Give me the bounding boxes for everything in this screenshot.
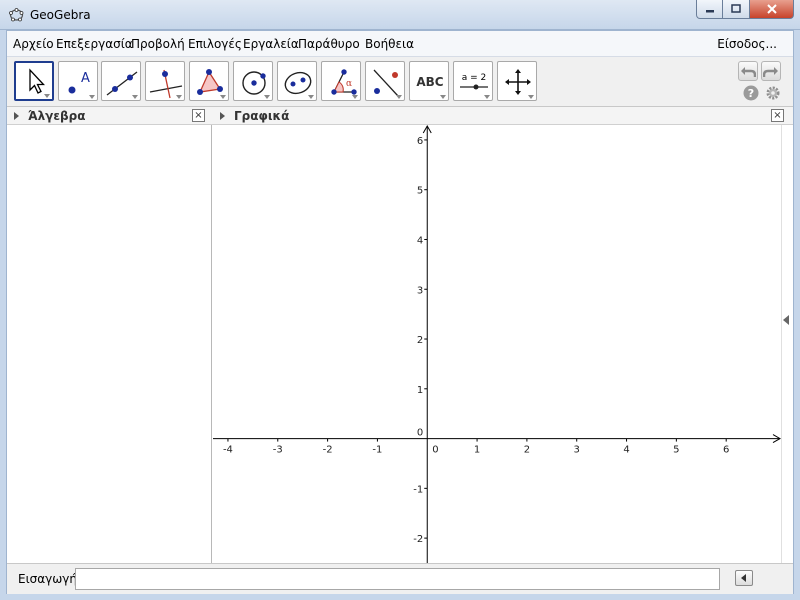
circle-tool[interactable]	[233, 61, 273, 101]
graphics-view-header: Γραφικά ×	[213, 107, 793, 125]
menu-edit[interactable]: Επεξεργασία	[56, 37, 133, 51]
undo-icon	[741, 67, 756, 77]
algebra-view-close-button[interactable]: ×	[192, 109, 205, 122]
redo-icon	[763, 67, 778, 77]
x-tick-label: 2	[524, 445, 530, 456]
x-tick-label: 5	[673, 445, 679, 456]
svg-text:?: ?	[748, 87, 754, 100]
menu-file[interactable]: Αρχείο	[13, 37, 54, 51]
dropdown-arrow-icon	[44, 94, 50, 98]
point-tool[interactable]: A	[58, 61, 98, 101]
menu-tools[interactable]: Εργαλεία	[243, 37, 299, 51]
minimize-icon	[705, 10, 714, 13]
svg-text:A: A	[81, 71, 90, 86]
svg-text:α: α	[346, 79, 352, 89]
x-tick-label: 1	[474, 445, 480, 456]
title-bar: GeoGebra	[0, 0, 800, 30]
dropdown-arrow-icon	[132, 95, 138, 99]
input-bar: Εισαγωγή:	[7, 563, 793, 594]
maximize-icon	[731, 4, 741, 13]
angle-tool[interactable]: α	[321, 61, 361, 101]
graphics-view[interactable]: -4 -3 -2 -1 0 1 2 3 4 5 6 6 5 4 3 2 1 0 -1 -2	[213, 125, 781, 563]
y-tick-label: 4	[417, 235, 423, 246]
polygon-tool[interactable]	[189, 61, 229, 101]
ellipse-tool[interactable]	[277, 61, 317, 101]
reflect-tool[interactable]	[365, 61, 405, 101]
dropdown-arrow-icon	[528, 95, 534, 99]
maximize-button[interactable]	[723, 0, 750, 19]
menu-options[interactable]: Επιλογές	[188, 37, 242, 51]
menu-view[interactable]: Προβολή	[131, 37, 185, 51]
help-icon[interactable]: ?	[743, 85, 759, 101]
y-tick-label: 2	[417, 335, 423, 346]
expand-panel-icon[interactable]	[783, 315, 789, 325]
geogebra-ellipse-icon	[9, 8, 24, 22]
input-help-button[interactable]	[735, 570, 753, 586]
dropdown-arrow-icon	[176, 95, 182, 99]
menu-bar: Αρχείο Επεξεργασία Προβολή Επιλογές Εργα…	[7, 31, 793, 57]
algebra-view-title: Άλγεβρα	[28, 109, 86, 123]
y-tick-label: -2	[413, 534, 423, 545]
gear-icon[interactable]	[765, 85, 781, 101]
algebra-view-header: Άλγεβρα ×	[7, 107, 213, 125]
x-tick-label: 4	[623, 445, 629, 456]
line-tool[interactable]	[101, 61, 141, 101]
move-graphics-view-tool[interactable]	[497, 61, 537, 101]
x-tick-label: -1	[372, 445, 382, 456]
window-title: GeoGebra	[30, 8, 91, 22]
dropdown-arrow-icon	[484, 95, 490, 99]
redo-button[interactable]	[761, 61, 781, 81]
menu-window[interactable]: Παράθυρο	[298, 37, 360, 51]
y-tick-label: 3	[417, 285, 423, 296]
toolbar: A α ABC a = 2 ?	[7, 57, 793, 107]
x-tick-label: 6	[723, 445, 729, 456]
y-tick-label: 1	[417, 385, 423, 396]
close-button[interactable]	[750, 0, 794, 19]
undo-button[interactable]	[738, 61, 758, 81]
window-frame-bottom	[0, 594, 800, 600]
minimize-button[interactable]	[696, 0, 723, 19]
perpendicular-line-tool[interactable]	[145, 61, 185, 101]
x-tick-label: -3	[273, 445, 283, 456]
move-tool[interactable]	[14, 61, 54, 101]
y-tick-label: 0	[417, 428, 423, 439]
dropdown-arrow-icon	[89, 95, 95, 99]
coordinate-axes: -4 -3 -2 -1 0 1 2 3 4 5 6 6 5 4 3 2 1 0 -1 -2	[213, 125, 781, 563]
input-field[interactable]	[75, 568, 720, 590]
collapse-triangle-icon[interactable]	[220, 112, 225, 120]
window-controls	[696, 0, 794, 19]
dropdown-arrow-icon	[352, 95, 358, 99]
menu-help[interactable]: Βοήθεια	[365, 37, 414, 51]
y-tick-label: 6	[417, 136, 423, 147]
text-tool[interactable]: ABC	[409, 61, 449, 101]
input-label: Εισαγωγή:	[18, 572, 82, 586]
y-tick-label: 5	[417, 186, 423, 197]
x-tick-label: -4	[223, 445, 233, 456]
help-settings-group: ?	[743, 85, 781, 101]
dropdown-arrow-icon	[396, 95, 402, 99]
dropdown-arrow-icon	[264, 95, 270, 99]
close-icon	[766, 4, 777, 14]
dropdown-arrow-icon	[308, 95, 314, 99]
collapse-triangle-icon[interactable]	[14, 112, 19, 120]
x-tick-label: 0	[432, 445, 438, 456]
text-tool-label: ABC	[416, 75, 443, 89]
algebra-view[interactable]	[7, 125, 212, 563]
dropdown-arrow-icon	[440, 95, 446, 99]
y-tick-label: -1	[413, 484, 423, 495]
slider-tool-label: a = 2	[462, 73, 487, 83]
side-panel-strip	[781, 125, 793, 563]
sign-in-link[interactable]: Είσοδος...	[717, 37, 777, 51]
window-frame-right	[794, 30, 800, 600]
app-content: Αρχείο Επεξεργασία Προβολή Επιλογές Εργα…	[6, 30, 794, 594]
undo-redo-group	[738, 61, 781, 81]
dropdown-arrow-icon	[220, 95, 226, 99]
x-tick-label: -2	[323, 445, 333, 456]
graphics-view-close-button[interactable]: ×	[771, 109, 784, 122]
graphics-view-title: Γραφικά	[234, 109, 290, 123]
slider-tool[interactable]: a = 2	[453, 61, 493, 101]
x-tick-label: 3	[574, 445, 580, 456]
